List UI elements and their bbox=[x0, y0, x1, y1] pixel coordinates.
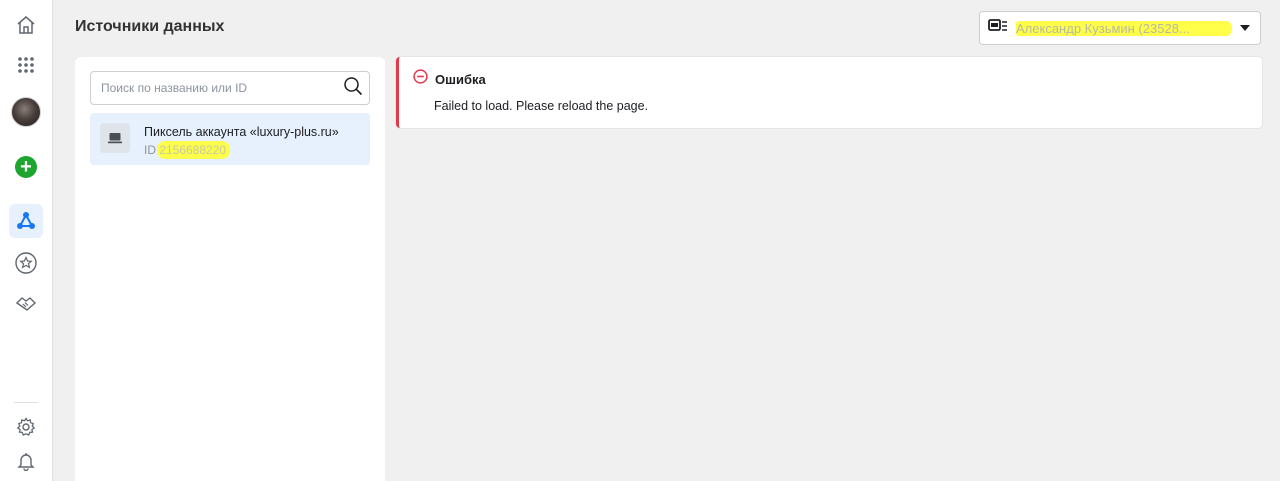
source-name: Пиксель аккаунта «luxury-plus.ru» bbox=[144, 125, 339, 139]
error-title: Ошибка bbox=[435, 71, 486, 87]
events-manager-icon[interactable] bbox=[9, 204, 43, 238]
source-id: ID 2156688220 bbox=[144, 141, 230, 159]
apps-grid-icon[interactable] bbox=[9, 48, 43, 82]
home-icon[interactable] bbox=[9, 8, 43, 42]
account-selector[interactable]: Александр Кузьмин (23528... bbox=[979, 11, 1261, 45]
error-minus-circle-icon bbox=[413, 69, 428, 89]
rail-divider bbox=[14, 402, 38, 403]
source-id-value: 2156688220 bbox=[159, 143, 227, 157]
data-sources-panel: Пиксель аккаунта «luxury-plus.ru» ID 215… bbox=[75, 57, 385, 481]
create-plus-icon[interactable]: + bbox=[9, 150, 43, 184]
notifications-bell-icon[interactable] bbox=[9, 444, 43, 478]
error-message: Failed to load. Please reload the page. bbox=[434, 99, 649, 113]
search-input[interactable] bbox=[101, 81, 343, 95]
avatar[interactable] bbox=[9, 95, 43, 129]
favorites-star-icon[interactable] bbox=[9, 246, 43, 280]
page-title: Источники данных bbox=[75, 18, 225, 35]
left-nav-rail: + bbox=[0, 0, 53, 481]
source-list-item[interactable]: Пиксель аккаунта «luxury-plus.ru» ID 215… bbox=[90, 113, 370, 165]
error-banner: Ошибка Failed to load. Please reload the… bbox=[396, 57, 1262, 128]
search-icon[interactable] bbox=[343, 76, 363, 101]
computer-icon bbox=[100, 123, 130, 153]
settings-gear-icon[interactable] bbox=[9, 410, 43, 444]
account-name: Александр Кузьмин (23528... bbox=[1016, 20, 1232, 36]
business-account-icon bbox=[988, 18, 1008, 39]
partners-handshake-icon[interactable] bbox=[9, 287, 43, 321]
chevron-down-icon bbox=[1240, 25, 1250, 31]
search-box bbox=[90, 71, 370, 105]
